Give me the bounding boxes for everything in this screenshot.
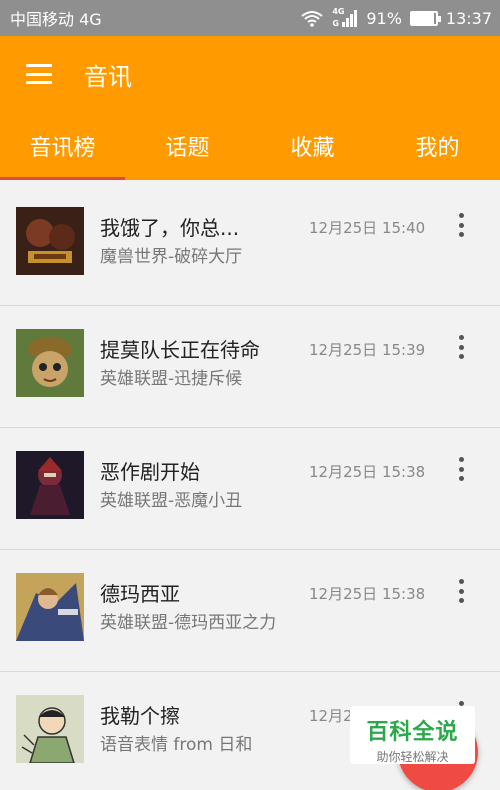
list-item[interactable]: 我饿了，你总... 魔兽世界-破碎大厅 12月25日 15:40 [0,184,500,306]
item-thumbnail [16,207,84,275]
item-title: 恶作剧开始 [100,460,200,484]
status-icons: 4G G 91% 13:37 [300,7,492,29]
more-options-icon[interactable] [456,213,466,237]
item-subtitle: 英雄联盟-迅捷斥候 [100,369,243,389]
tab-indicator [0,177,125,180]
list-item[interactable]: 德玛西亚 英雄联盟-德玛西亚之力 12月25日 15:38 [0,550,500,672]
list-item[interactable]: 提莫队长正在待命 英雄联盟-迅捷斥候 12月25日 15:39 [0,306,500,428]
battery-icon [409,10,441,26]
item-timestamp: 12月25日 15:39 [309,341,426,359]
clock: 13:37 [445,8,492,28]
app-bar: 音讯 音讯榜 话题 收藏 我的 [0,36,500,180]
item-timestamp: 12月2 [309,707,353,725]
signal-icon: 4G G [332,7,358,29]
tab-favorites[interactable]: 收藏 [250,112,375,180]
item-thumbnail [16,695,84,763]
hamburger-menu-icon[interactable] [26,64,52,84]
item-timestamp: 12月25日 15:38 [309,585,426,603]
item-thumbnail [16,329,84,397]
item-subtitle: 语音表情 from 日和 [100,735,253,755]
tab-mine[interactable]: 我的 [375,112,500,180]
more-options-icon[interactable] [456,335,466,359]
carrier-label: 中国移动 4G [10,10,102,29]
item-subtitle: 魔兽世界-破碎大厅 [100,247,243,267]
more-options-icon[interactable] [456,457,466,481]
tab-topics[interactable]: 话题 [125,112,250,180]
item-title: 我饿了，你总... [100,216,240,240]
battery-level [411,12,434,24]
battery-percent: 91% [366,8,402,28]
audio-list: 我饿了，你总... 魔兽世界-破碎大厅 12月25日 15:40 提莫队长正在待… [0,184,500,790]
more-options-icon[interactable] [456,579,466,603]
item-title: 我勒个擦 [100,704,180,728]
item-timestamp: 12月25日 15:40 [309,219,426,237]
watermark-subtitle: 助你轻松解决 [376,750,449,764]
toolbar: 音讯 [0,36,500,112]
page-title: 音讯 [84,62,132,91]
item-thumbnail [16,451,84,519]
item-thumbnail [16,573,84,641]
item-title: 德玛西亚 [100,582,180,606]
status-bar: 中国移动 4G 4G G 91% 13:37 [0,0,500,36]
list-item[interactable]: 恶作剧开始 英雄联盟-恶魔小丑 12月25日 15:38 [0,428,500,550]
item-title: 提莫队长正在待命 [100,338,260,362]
item-subtitle: 英雄联盟-德玛西亚之力 [100,613,277,633]
tab-ranking[interactable]: 音讯榜 [0,112,125,180]
watermark-title: 百科全说 [366,720,459,745]
item-timestamp: 12月25日 15:38 [309,463,426,481]
tab-bar: 音讯榜 话题 收藏 我的 [0,112,500,180]
watermark-logo: 百科全说 助你轻松解决 [350,706,475,764]
wifi-icon [300,9,324,27]
item-subtitle: 英雄联盟-恶魔小丑 [100,491,243,511]
